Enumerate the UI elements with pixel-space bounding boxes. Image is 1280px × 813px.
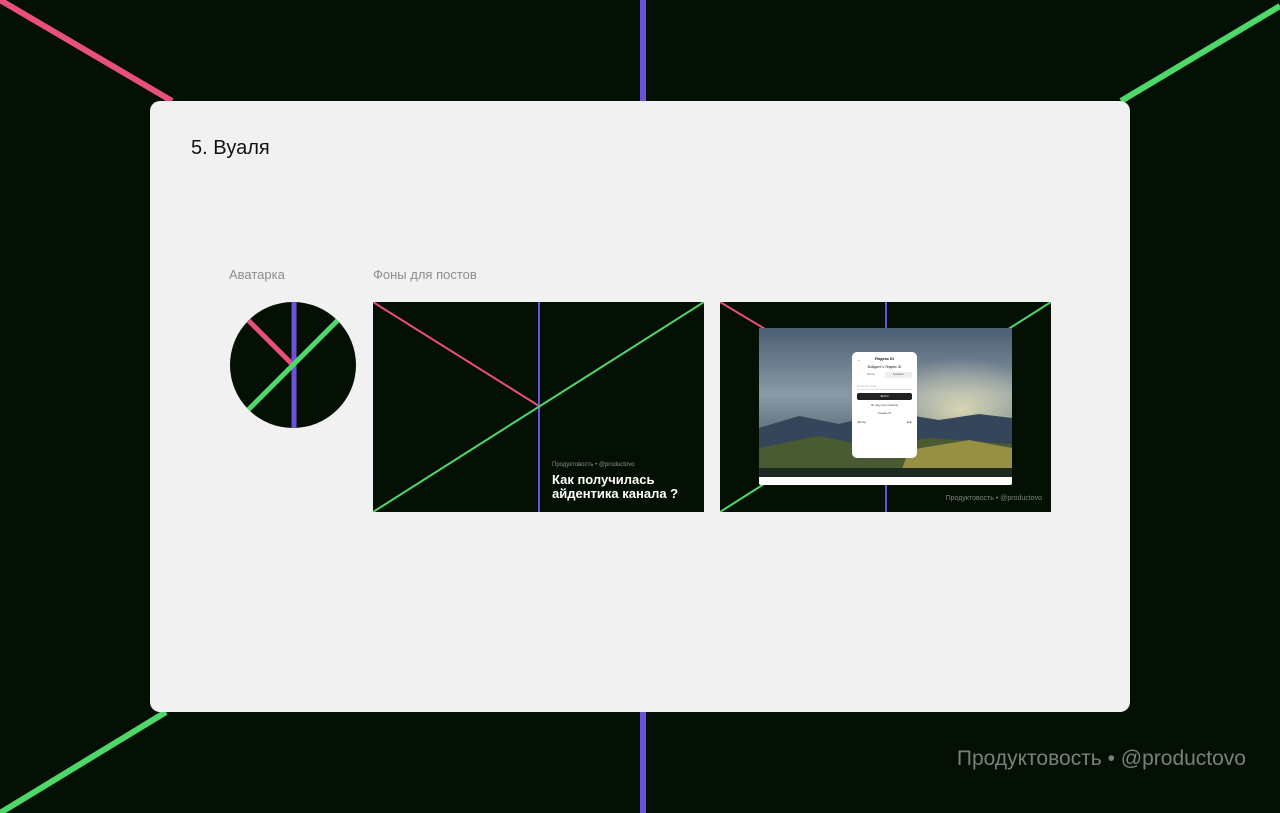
brand-footer: Продуктовость • @productovo: [956, 747, 1246, 770]
login-title: Войдите с Яндекс ID: [867, 365, 902, 369]
qr-login-button[interactable]: QR-код: [857, 421, 866, 424]
login-field[interactable]: Логин или email: [857, 383, 912, 390]
bg-green-line-bottom: [0, 709, 168, 813]
post1-caption: Продуктовость • @productovo: [552, 462, 635, 468]
tab-phone[interactable]: Телефон: [885, 372, 913, 378]
back-arrow-icon[interactable]: ←: [857, 357, 861, 362]
create-id-link[interactable]: Создать ID: [857, 411, 912, 416]
post1-heading: Как получилась айдентика канала ?: [552, 472, 679, 501]
post2-caption: Продуктовость • @productovo: [945, 495, 1042, 502]
post1-pink-line: [373, 302, 540, 407]
login-dialog: ← Яндекс ID Войдите с Яндекс ID Почта Те…: [852, 352, 917, 458]
post-background-1: Продуктовость • @productovo Как получила…: [373, 302, 704, 512]
bg-pink-line: [0, 0, 174, 104]
login-logo: Яндекс ID: [874, 356, 895, 361]
tab-mail[interactable]: Почта: [857, 372, 885, 378]
avatar-image: [230, 302, 356, 428]
avatar-label: Аватарка: [229, 267, 285, 282]
login-submit-button[interactable]: Войти: [857, 393, 912, 400]
bg-green-line-top: [1119, 3, 1280, 104]
browser-screenshot: ← Яндекс ID Войдите с Яндекс ID Почта Те…: [759, 328, 1012, 485]
more-login-button[interactable]: Ещё: [907, 421, 912, 424]
post-background-2: ← Яндекс ID Войдите с Яндекс ID Почта Те…: [720, 302, 1051, 512]
slide-card: 5. Вуаля Аватарка Фоны для постов Продук…: [150, 101, 1130, 712]
face-login-button[interactable]: По лицу или отпечатку: [857, 403, 912, 408]
posts-label: Фоны для постов: [373, 267, 477, 282]
slide-title: 5. Вуаля: [191, 137, 270, 159]
login-tabs: Почта Телефон: [857, 372, 912, 378]
